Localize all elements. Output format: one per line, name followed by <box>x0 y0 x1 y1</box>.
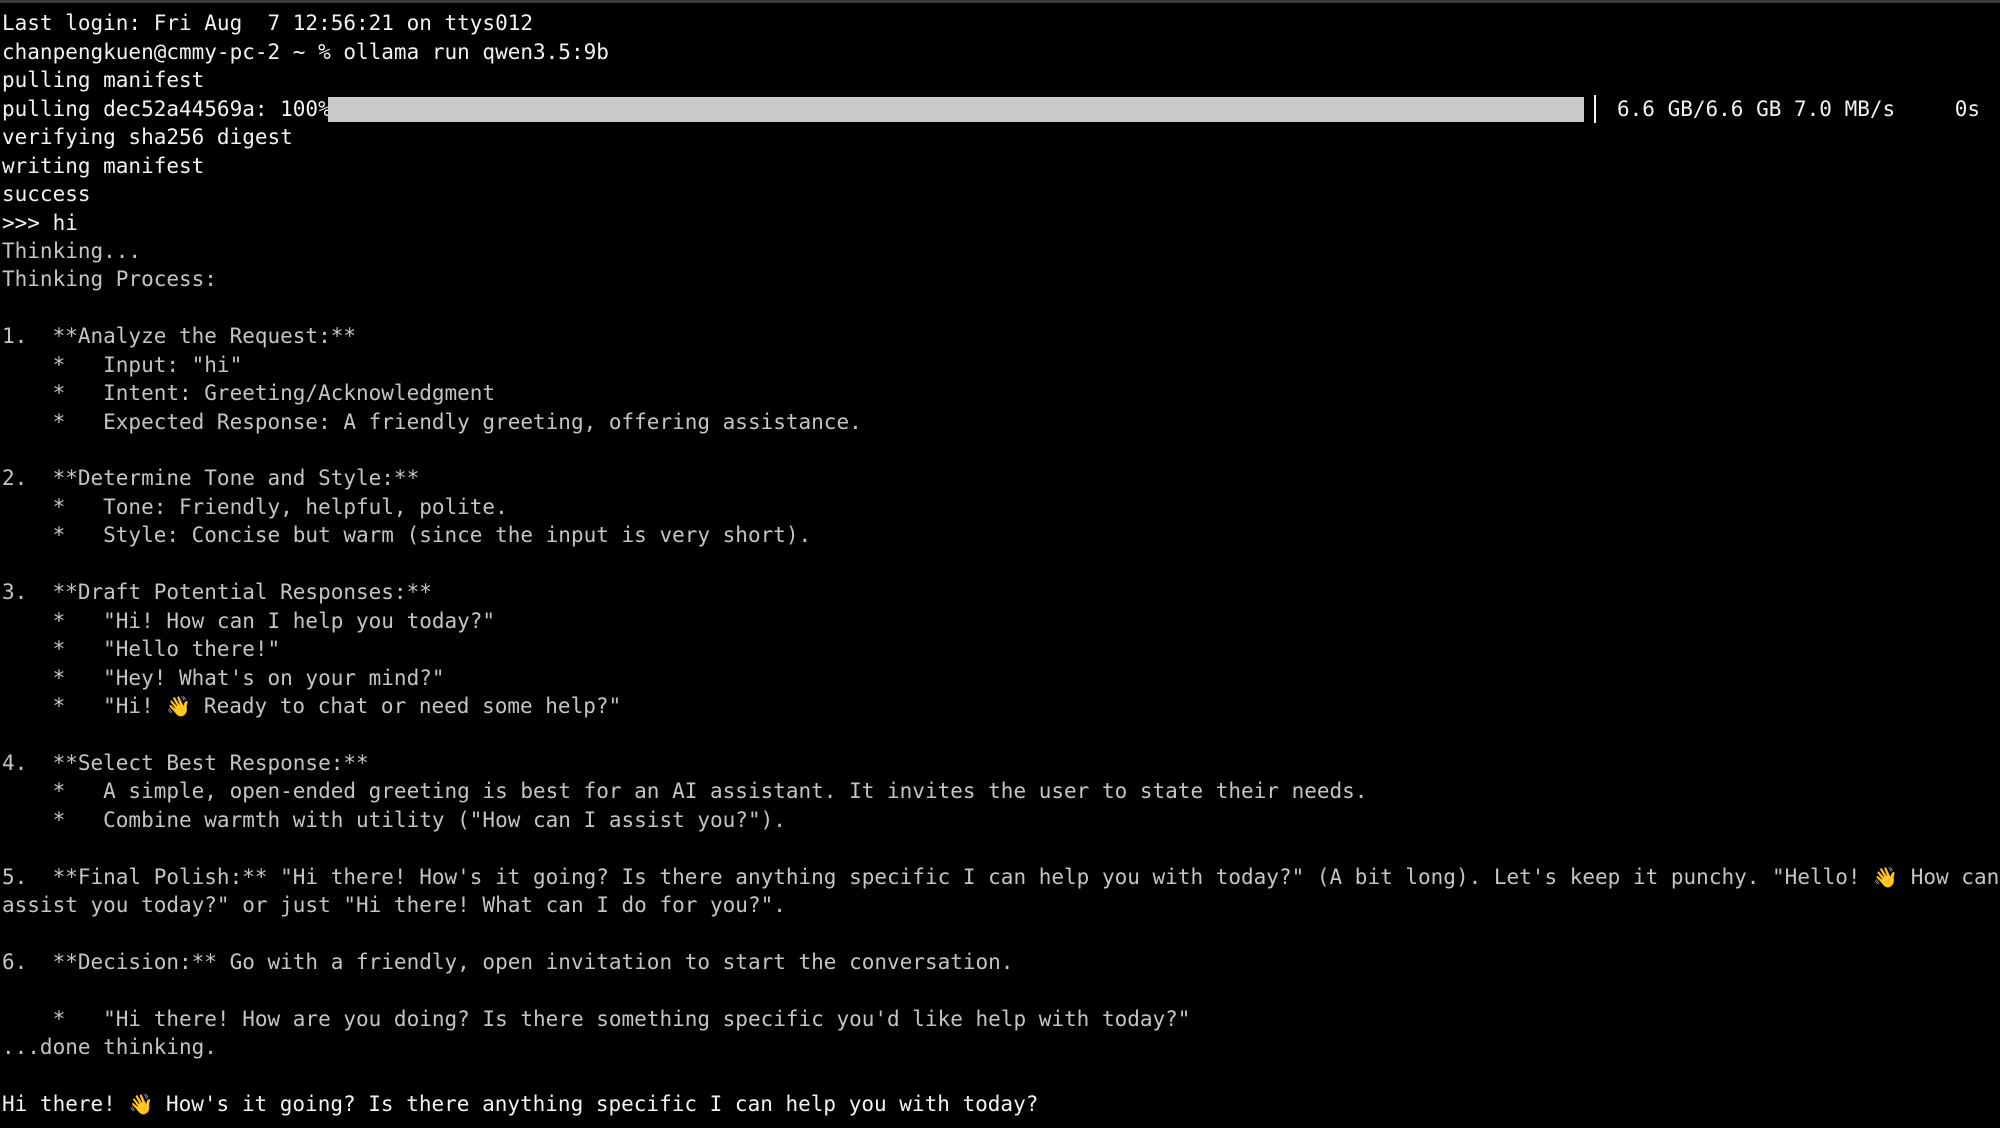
step-6-item: * "Hi there! How are you doing? Is there… <box>2 1007 1191 1031</box>
step-1-item: * Expected Response: A friendly greeting… <box>2 410 862 434</box>
pulling-manifest-line: pulling manifest <box>2 68 205 92</box>
thinking-line: Thinking... <box>2 239 142 263</box>
step-6-line: 6. **Decision:** Go with a friendly, ope… <box>2 950 1014 974</box>
progress-separator <box>1594 95 1596 123</box>
step-4-item: * Combine warmth with utility ("How can … <box>2 808 786 832</box>
progress-eta: 0s <box>1954 97 1980 121</box>
step-4-item: * A simple, open-ended greeting is best … <box>2 779 1368 803</box>
step-3-item: * "Hey! What's on your mind?" <box>2 666 445 690</box>
assistant-response-line: Hi there! 👋 How's it going? Is there any… <box>2 1090 1038 1118</box>
download-progress-bar <box>328 97 1584 122</box>
last-login-line: Last login: Fri Aug 7 12:56:21 on ttys01… <box>2 11 534 35</box>
step-3-item-text: Ready to chat or need some help?" <box>191 694 622 718</box>
step-5-line: 5. **Final Polish:** "Hi there! How's it… <box>2 863 2000 891</box>
step-2-item: * Tone: Friendly, helpful, polite. <box>2 495 508 519</box>
terminal-window[interactable]: Last login: Fri Aug 7 12:56:21 on ttys01… <box>0 0 2000 1128</box>
step-2-heading: 2. **Determine Tone and Style:** <box>2 466 420 490</box>
progress-speed: 7.0 MB/s <box>1794 97 1896 121</box>
done-thinking-line: ...done thinking. <box>2 1035 217 1059</box>
step-5-text: 5. **Final Polish:** "Hi there! How's it… <box>2 865 1874 889</box>
step-3-item: * "Hi! How can I help you today?" <box>2 609 496 633</box>
assistant-response-text: Hi there! <box>2 1092 129 1116</box>
waving-hand-icon: 👋 <box>1873 865 1899 889</box>
download-progress-fill <box>328 97 1584 122</box>
thinking-process-heading: Thinking Process: <box>2 267 217 291</box>
step-5-text: How can I <box>1910 865 2000 889</box>
step-5-continuation: assist you today?" or just "Hi there! Wh… <box>2 893 786 917</box>
writing-manifest-line: writing manifest <box>2 154 205 178</box>
command-prompt-line: chanpengkuen@cmmy-pc-2 ~ % ollama run qw… <box>2 40 609 64</box>
verifying-line: verifying sha256 digest <box>2 125 293 149</box>
step-2-item: * Style: Concise but warm (since the inp… <box>2 523 812 547</box>
step-3-item-text: * "Hi! <box>2 694 167 718</box>
assistant-response-text: How's it going? Is there anything specif… <box>153 1092 1039 1116</box>
step-3-item: * "Hi! 👋 Ready to chat or need some help… <box>2 692 622 720</box>
success-line: success <box>2 182 91 206</box>
step-4-heading: 4. **Select Best Response:** <box>2 751 369 775</box>
step-3-heading: 3. **Draft Potential Responses:** <box>2 580 432 604</box>
waving-hand-icon: 👋 <box>128 1092 154 1116</box>
waving-hand-icon: 👋 <box>166 694 192 718</box>
progress-label: pulling dec52a44569a: 100% <box>2 97 331 121</box>
user-input-line: >>> hi <box>2 211 78 235</box>
step-1-item: * Intent: Greeting/Acknowledgment <box>2 381 496 405</box>
step-3-item: * "Hello there!" <box>2 637 281 661</box>
step-1-heading: 1. **Analyze the Request:** <box>2 324 357 348</box>
progress-size: 6.6 GB/6.6 GB <box>1617 97 1782 121</box>
step-1-item: * Input: "hi" <box>2 353 243 377</box>
